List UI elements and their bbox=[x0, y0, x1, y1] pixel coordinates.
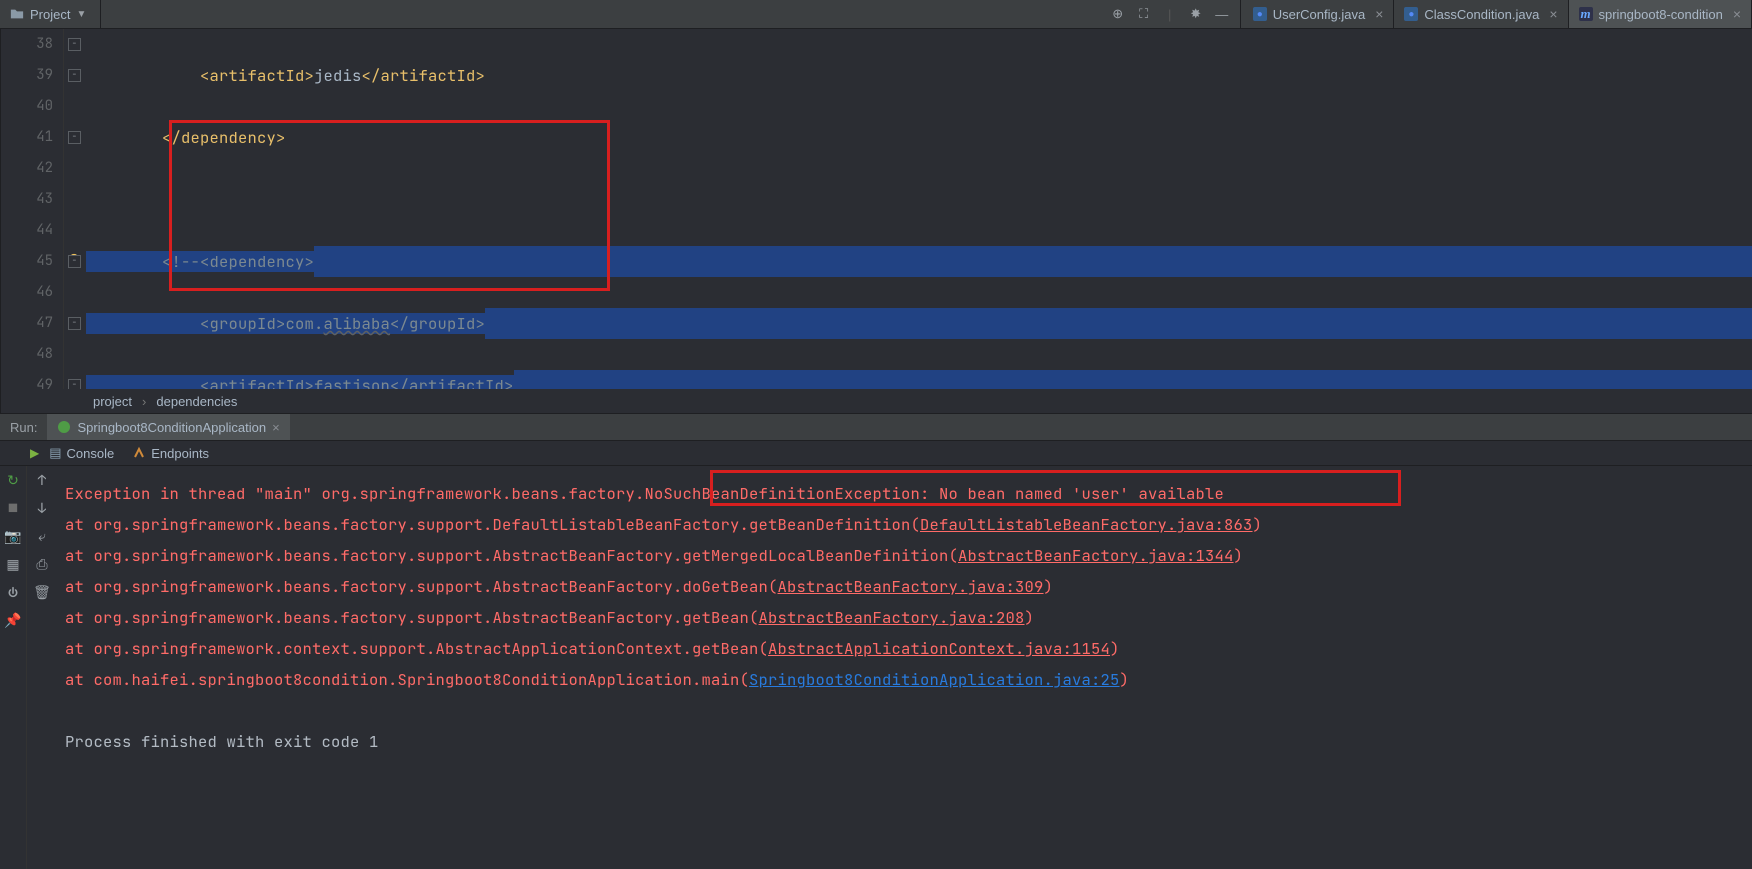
spring-icon bbox=[57, 420, 71, 434]
tab-label: ClassCondition.java bbox=[1424, 7, 1539, 22]
stack-link[interactable]: DefaultListableBeanFactory.java:863 bbox=[920, 514, 1253, 535]
layout-icon[interactable]: ▦ bbox=[4, 556, 22, 574]
console-line: at org.springframework.context.support.A… bbox=[65, 638, 768, 659]
chevron-right-icon: › bbox=[142, 394, 146, 409]
java-file-icon bbox=[1404, 7, 1418, 21]
fold-mark-icon[interactable]: − bbox=[68, 69, 81, 82]
divider-icon: | bbox=[1158, 2, 1182, 26]
editor-tabs: UserConfig.java × ClassCondition.java × … bbox=[1243, 0, 1752, 28]
project-dropdown-label: Project bbox=[30, 7, 70, 22]
console-line: at org.springframework.beans.factory.sup… bbox=[65, 514, 920, 535]
top-bar: Project ▼ ⊕ ⛶ | ✸ — UserConfig.java × Cl… bbox=[0, 0, 1752, 29]
console-exit-line: Process finished with exit code 1 bbox=[65, 731, 379, 752]
tab-endpoints[interactable]: Endpoints bbox=[124, 444, 217, 463]
close-icon[interactable]: × bbox=[272, 420, 280, 435]
dump-icon[interactable]: 📷 bbox=[4, 528, 22, 546]
run-window-header: Run: Springboot8ConditionApplication × bbox=[0, 413, 1752, 441]
up-icon[interactable]: ↑ bbox=[33, 472, 51, 490]
run-config-tab[interactable]: Springboot8ConditionApplication × bbox=[47, 414, 289, 440]
console-panel: ↻ ■ 📷 ▦ ⏻ 📌 ↑ ↓ ⤶ ⎙ 🗑 Exception in threa… bbox=[0, 466, 1752, 869]
close-icon[interactable]: × bbox=[1375, 6, 1383, 22]
down-icon[interactable]: ↓ bbox=[33, 500, 51, 518]
project-icon bbox=[10, 7, 24, 21]
console-line: at org.springframework.beans.factory.sup… bbox=[65, 545, 958, 566]
stack-link[interactable]: AbstractApplicationContext.java:1154 bbox=[768, 638, 1110, 659]
expand-icon[interactable]: ⛶ bbox=[1132, 2, 1156, 26]
fold-mark-icon[interactable]: − bbox=[68, 131, 81, 144]
fold-gutter: − − − − − − bbox=[64, 29, 86, 389]
code-area[interactable]: 3839 4041 4243 4445 4647 4849 − − − − − … bbox=[1, 29, 1752, 389]
breadcrumb[interactable]: project › dependencies bbox=[1, 389, 1752, 413]
crumb-dependencies[interactable]: dependencies bbox=[156, 394, 237, 409]
run-config-label: Springboot8ConditionApplication bbox=[77, 420, 266, 435]
main-split: ▶ springboot7-mybatis D:\Workspace-java\… bbox=[0, 29, 1752, 413]
project-toolbar: ⊕ ⛶ | ✸ — bbox=[1100, 0, 1241, 28]
settings-icon[interactable]: ✸ bbox=[1184, 2, 1208, 26]
console-line: at com.haifei.springboot8condition.Sprin… bbox=[65, 669, 749, 690]
fold-mark-icon[interactable]: − bbox=[68, 317, 81, 330]
stack-link[interactable]: AbstractBeanFactory.java:309 bbox=[778, 576, 1044, 597]
tab-label: Console bbox=[67, 446, 115, 461]
tab-pom[interactable]: springboot8-condition × bbox=[1569, 0, 1752, 28]
line-number-gutter: 3839 4041 4243 4445 4647 4849 bbox=[1, 29, 64, 389]
console-line: at org.springframework.beans.factory.sup… bbox=[65, 607, 759, 628]
tab-label: springboot8-condition bbox=[1599, 7, 1723, 22]
rerun-icon[interactable]: ↻ bbox=[4, 472, 22, 490]
console-left-gutter-2: ↑ ↓ ⤶ ⎙ 🗑 bbox=[27, 466, 57, 869]
clear-icon[interactable]: 🗑 bbox=[33, 584, 51, 602]
code-content[interactable]: <artifactId>jedis</artifactId> </depende… bbox=[86, 29, 1752, 389]
console-icon: ▤ bbox=[49, 445, 61, 461]
tab-label: Endpoints bbox=[151, 446, 209, 461]
chevron-down-icon: ▼ bbox=[76, 9, 86, 20]
crumb-project[interactable]: project bbox=[93, 394, 132, 409]
maven-file-icon bbox=[1579, 7, 1593, 21]
stack-link[interactable]: AbstractBeanFactory.java:208 bbox=[759, 607, 1025, 628]
exit-icon[interactable]: ⏻ bbox=[4, 584, 22, 602]
tool-window-tabs: ▶ ▤ Console Endpoints bbox=[0, 441, 1752, 466]
stack-link[interactable]: Springboot8ConditionApplication.java:25 bbox=[749, 669, 1120, 690]
tab-console[interactable]: ▤ Console bbox=[41, 443, 122, 463]
close-icon[interactable]: × bbox=[1549, 6, 1557, 22]
stack-link[interactable]: AbstractBeanFactory.java:1344 bbox=[958, 545, 1234, 566]
console-exception-msg: NoSuchBeanDefinitionException: No bean n… bbox=[645, 483, 1225, 504]
print-icon[interactable]: ⎙ bbox=[33, 556, 51, 574]
console-left-gutter-1: ↻ ■ 📷 ▦ ⏻ 📌 bbox=[0, 466, 27, 869]
endpoints-icon bbox=[132, 446, 146, 460]
console-line: Exception in thread "main" org.springfra… bbox=[65, 483, 645, 504]
pin-icon[interactable]: 📌 bbox=[4, 612, 22, 630]
editor: 3839 4041 4243 4445 4647 4849 − − − − − … bbox=[1, 29, 1752, 413]
stop-icon[interactable]: ■ bbox=[4, 500, 22, 518]
run-label: Run: bbox=[0, 420, 47, 435]
wrap-icon[interactable]: ⤶ bbox=[33, 528, 51, 546]
fold-mark-icon[interactable]: − bbox=[68, 38, 81, 51]
close-icon[interactable]: × bbox=[1733, 6, 1741, 22]
tab-userconfig[interactable]: UserConfig.java × bbox=[1243, 0, 1395, 28]
hide-icon[interactable]: — bbox=[1210, 2, 1234, 26]
console-output[interactable]: Exception in thread "main" org.springfra… bbox=[57, 466, 1752, 869]
tab-label: UserConfig.java bbox=[1273, 7, 1366, 22]
fold-mark-icon[interactable]: − bbox=[68, 379, 81, 389]
java-file-icon bbox=[1253, 7, 1267, 21]
fold-mark-icon[interactable]: − bbox=[68, 255, 81, 268]
console-line: at org.springframework.beans.factory.sup… bbox=[65, 576, 778, 597]
project-dropdown[interactable]: Project ▼ bbox=[0, 0, 101, 28]
tab-classcondition[interactable]: ClassCondition.java × bbox=[1394, 0, 1568, 28]
locate-icon[interactable]: ⊕ bbox=[1106, 2, 1130, 26]
run-arrow-icon[interactable]: ▶ bbox=[30, 446, 39, 460]
